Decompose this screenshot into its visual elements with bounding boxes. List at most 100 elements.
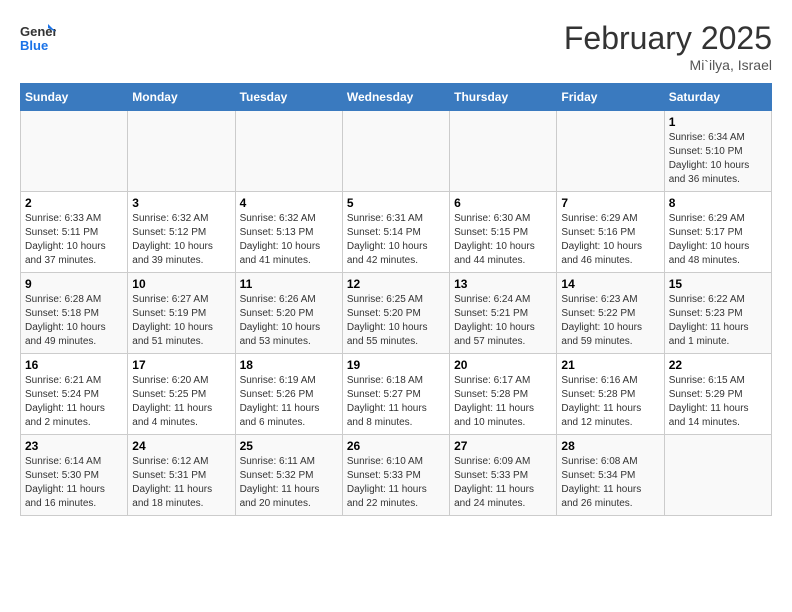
calendar-cell: 26Sunrise: 6:10 AM Sunset: 5:33 PM Dayli…	[342, 435, 449, 516]
day-number: 19	[347, 358, 445, 372]
day-number: 24	[132, 439, 230, 453]
calendar-cell	[21, 111, 128, 192]
day-number: 11	[240, 277, 338, 291]
calendar-cell	[450, 111, 557, 192]
day-info: Sunrise: 6:32 AM Sunset: 5:13 PM Dayligh…	[240, 212, 338, 268]
day-number: 17	[132, 358, 230, 372]
calendar-cell	[342, 111, 449, 192]
calendar-cell: 4 Sunrise: 6:32 AM Sunset: 5:13 PM Daylig…	[235, 192, 342, 273]
day-number: 28	[561, 439, 659, 453]
calendar-cell: 16 Sunrise: 6:21 AM Sunset: 5:24 PM Dayli…	[21, 354, 128, 435]
calendar-cell: 9Sunrise: 6:28 AM Sunset: 5:18 PM Daylig…	[21, 273, 128, 354]
calendar-cell: 18 Sunrise: 6:19 AM Sunset: 5:26 PM Dayli…	[235, 354, 342, 435]
calendar-cell: 27Sunrise: 6:09 AM Sunset: 5:33 PM Dayli…	[450, 435, 557, 516]
calendar-cell	[235, 111, 342, 192]
day-info: Sunrise: 6:31 AM Sunset: 5:14 PM Dayligh…	[347, 212, 445, 268]
day-number: 3	[132, 196, 230, 210]
day-number: 14	[561, 277, 659, 291]
day-number: 16	[25, 358, 123, 372]
day-number: 2	[25, 196, 123, 210]
day-info: Sunrise: 6:15 AM Sunset: 5:29 PM Dayligh…	[669, 374, 767, 430]
logo: General Blue	[20, 20, 56, 56]
day-number: 4	[240, 196, 338, 210]
calendar-cell: 23 Sunrise: 6:14 AM Sunset: 5:30 PM Dayli…	[21, 435, 128, 516]
calendar-cell	[664, 435, 771, 516]
day-number: 12	[347, 277, 445, 291]
calendar-cell: 3Sunrise: 6:32 AM Sunset: 5:12 PM Daylig…	[128, 192, 235, 273]
day-number: 18	[240, 358, 338, 372]
calendar-cell: 6 Sunrise: 6:30 AM Sunset: 5:15 PM Daylig…	[450, 192, 557, 273]
day-info: Sunrise: 6:30 AM Sunset: 5:15 PM Dayligh…	[454, 212, 552, 268]
day-info: Sunrise: 6:11 AM Sunset: 5:32 PM Dayligh…	[240, 455, 338, 511]
day-number: 15	[669, 277, 767, 291]
day-info: Sunrise: 6:12 AM Sunset: 5:31 PM Dayligh…	[132, 455, 230, 511]
day-info: Sunrise: 6:09 AM Sunset: 5:33 PM Dayligh…	[454, 455, 552, 511]
day-number: 25	[240, 439, 338, 453]
day-info: Sunrise: 6:23 AM Sunset: 5:22 PM Dayligh…	[561, 293, 659, 349]
calendar-cell: 10Sunrise: 6:27 AM Sunset: 5:19 PM Dayli…	[128, 273, 235, 354]
day-info: Sunrise: 6:20 AM Sunset: 5:25 PM Dayligh…	[132, 374, 230, 430]
calendar-cell: 5 Sunrise: 6:31 AM Sunset: 5:14 PM Daylig…	[342, 192, 449, 273]
day-number: 5	[347, 196, 445, 210]
day-info: Sunrise: 6:10 AM Sunset: 5:33 PM Dayligh…	[347, 455, 445, 511]
day-info: Sunrise: 6:24 AM Sunset: 5:21 PM Dayligh…	[454, 293, 552, 349]
day-info: Sunrise: 6:14 AM Sunset: 5:30 PM Dayligh…	[25, 455, 123, 511]
calendar-week-4: 23 Sunrise: 6:14 AM Sunset: 5:30 PM Dayli…	[21, 435, 772, 516]
day-number: 6	[454, 196, 552, 210]
calendar-cell: 8Sunrise: 6:29 AM Sunset: 5:17 PM Daylig…	[664, 192, 771, 273]
calendar-header-row: SundayMondayTuesdayWednesdayThursdayFrid…	[21, 84, 772, 111]
day-number: 10	[132, 277, 230, 291]
calendar-cell: 19 Sunrise: 6:18 AM Sunset: 5:27 PM Dayli…	[342, 354, 449, 435]
calendar-cell: 24 Sunrise: 6:12 AM Sunset: 5:31 PM Dayli…	[128, 435, 235, 516]
calendar-cell: 22 Sunrise: 6:15 AM Sunset: 5:29 PM Dayli…	[664, 354, 771, 435]
day-info: Sunrise: 6:08 AM Sunset: 5:34 PM Dayligh…	[561, 455, 659, 511]
day-header-friday: Friday	[557, 84, 664, 111]
day-info: Sunrise: 6:17 AM Sunset: 5:28 PM Dayligh…	[454, 374, 552, 430]
day-info: Sunrise: 6:19 AM Sunset: 5:26 PM Dayligh…	[240, 374, 338, 430]
calendar-cell: 21 Sunrise: 6:16 AM Sunset: 5:28 PM Dayli…	[557, 354, 664, 435]
calendar-cell: 17 Sunrise: 6:20 AM Sunset: 5:25 PM Dayli…	[128, 354, 235, 435]
title-block: February 2025 Mi`ilya, Israel	[564, 20, 772, 73]
day-number: 1	[669, 115, 767, 129]
calendar-cell: 20 Sunrise: 6:17 AM Sunset: 5:28 PM Dayli…	[450, 354, 557, 435]
calendar-cell: 14 Sunrise: 6:23 AM Sunset: 5:22 PM Dayli…	[557, 273, 664, 354]
day-number: 23	[25, 439, 123, 453]
day-info: Sunrise: 6:16 AM Sunset: 5:28 PM Dayligh…	[561, 374, 659, 430]
day-number: 21	[561, 358, 659, 372]
calendar-week-3: 16 Sunrise: 6:21 AM Sunset: 5:24 PM Dayli…	[21, 354, 772, 435]
month-title: February 2025	[564, 20, 772, 57]
svg-text:Blue: Blue	[20, 38, 48, 53]
day-info: Sunrise: 6:21 AM Sunset: 5:24 PM Dayligh…	[25, 374, 123, 430]
calendar-cell: 11 Sunrise: 6:26 AM Sunset: 5:20 PM Dayli…	[235, 273, 342, 354]
calendar-cell: 28 Sunrise: 6:08 AM Sunset: 5:34 PM Dayli…	[557, 435, 664, 516]
day-header-saturday: Saturday	[664, 84, 771, 111]
calendar-cell: 15 Sunrise: 6:22 AM Sunset: 5:23 PM Dayli…	[664, 273, 771, 354]
day-number: 8	[669, 196, 767, 210]
day-header-monday: Monday	[128, 84, 235, 111]
calendar-cell: 13Sunrise: 6:24 AM Sunset: 5:21 PM Dayli…	[450, 273, 557, 354]
calendar-week-2: 9Sunrise: 6:28 AM Sunset: 5:18 PM Daylig…	[21, 273, 772, 354]
day-info: Sunrise: 6:25 AM Sunset: 5:20 PM Dayligh…	[347, 293, 445, 349]
calendar-cell: 7 Sunrise: 6:29 AM Sunset: 5:16 PM Daylig…	[557, 192, 664, 273]
day-info: Sunrise: 6:22 AM Sunset: 5:23 PM Dayligh…	[669, 293, 767, 349]
calendar-cell: 25 Sunrise: 6:11 AM Sunset: 5:32 PM Dayli…	[235, 435, 342, 516]
logo-icon: General Blue	[20, 20, 56, 56]
day-header-tuesday: Tuesday	[235, 84, 342, 111]
day-info: Sunrise: 6:28 AM Sunset: 5:18 PM Dayligh…	[25, 293, 123, 349]
calendar-cell	[557, 111, 664, 192]
calendar-week-0: 1Sunrise: 6:34 AM Sunset: 5:10 PM Daylig…	[21, 111, 772, 192]
day-header-thursday: Thursday	[450, 84, 557, 111]
day-number: 20	[454, 358, 552, 372]
calendar-cell: 2Sunrise: 6:33 AM Sunset: 5:11 PM Daylig…	[21, 192, 128, 273]
day-info: Sunrise: 6:18 AM Sunset: 5:27 PM Dayligh…	[347, 374, 445, 430]
day-number: 22	[669, 358, 767, 372]
day-header-sunday: Sunday	[21, 84, 128, 111]
day-info: Sunrise: 6:29 AM Sunset: 5:16 PM Dayligh…	[561, 212, 659, 268]
calendar-cell: 12 Sunrise: 6:25 AM Sunset: 5:20 PM Dayli…	[342, 273, 449, 354]
day-header-wednesday: Wednesday	[342, 84, 449, 111]
calendar-cell: 1Sunrise: 6:34 AM Sunset: 5:10 PM Daylig…	[664, 111, 771, 192]
day-info: Sunrise: 6:26 AM Sunset: 5:20 PM Dayligh…	[240, 293, 338, 349]
page-header: General Blue February 2025 Mi`ilya, Isra…	[20, 20, 772, 73]
calendar-table: SundayMondayTuesdayWednesdayThursdayFrid…	[20, 83, 772, 516]
day-number: 7	[561, 196, 659, 210]
